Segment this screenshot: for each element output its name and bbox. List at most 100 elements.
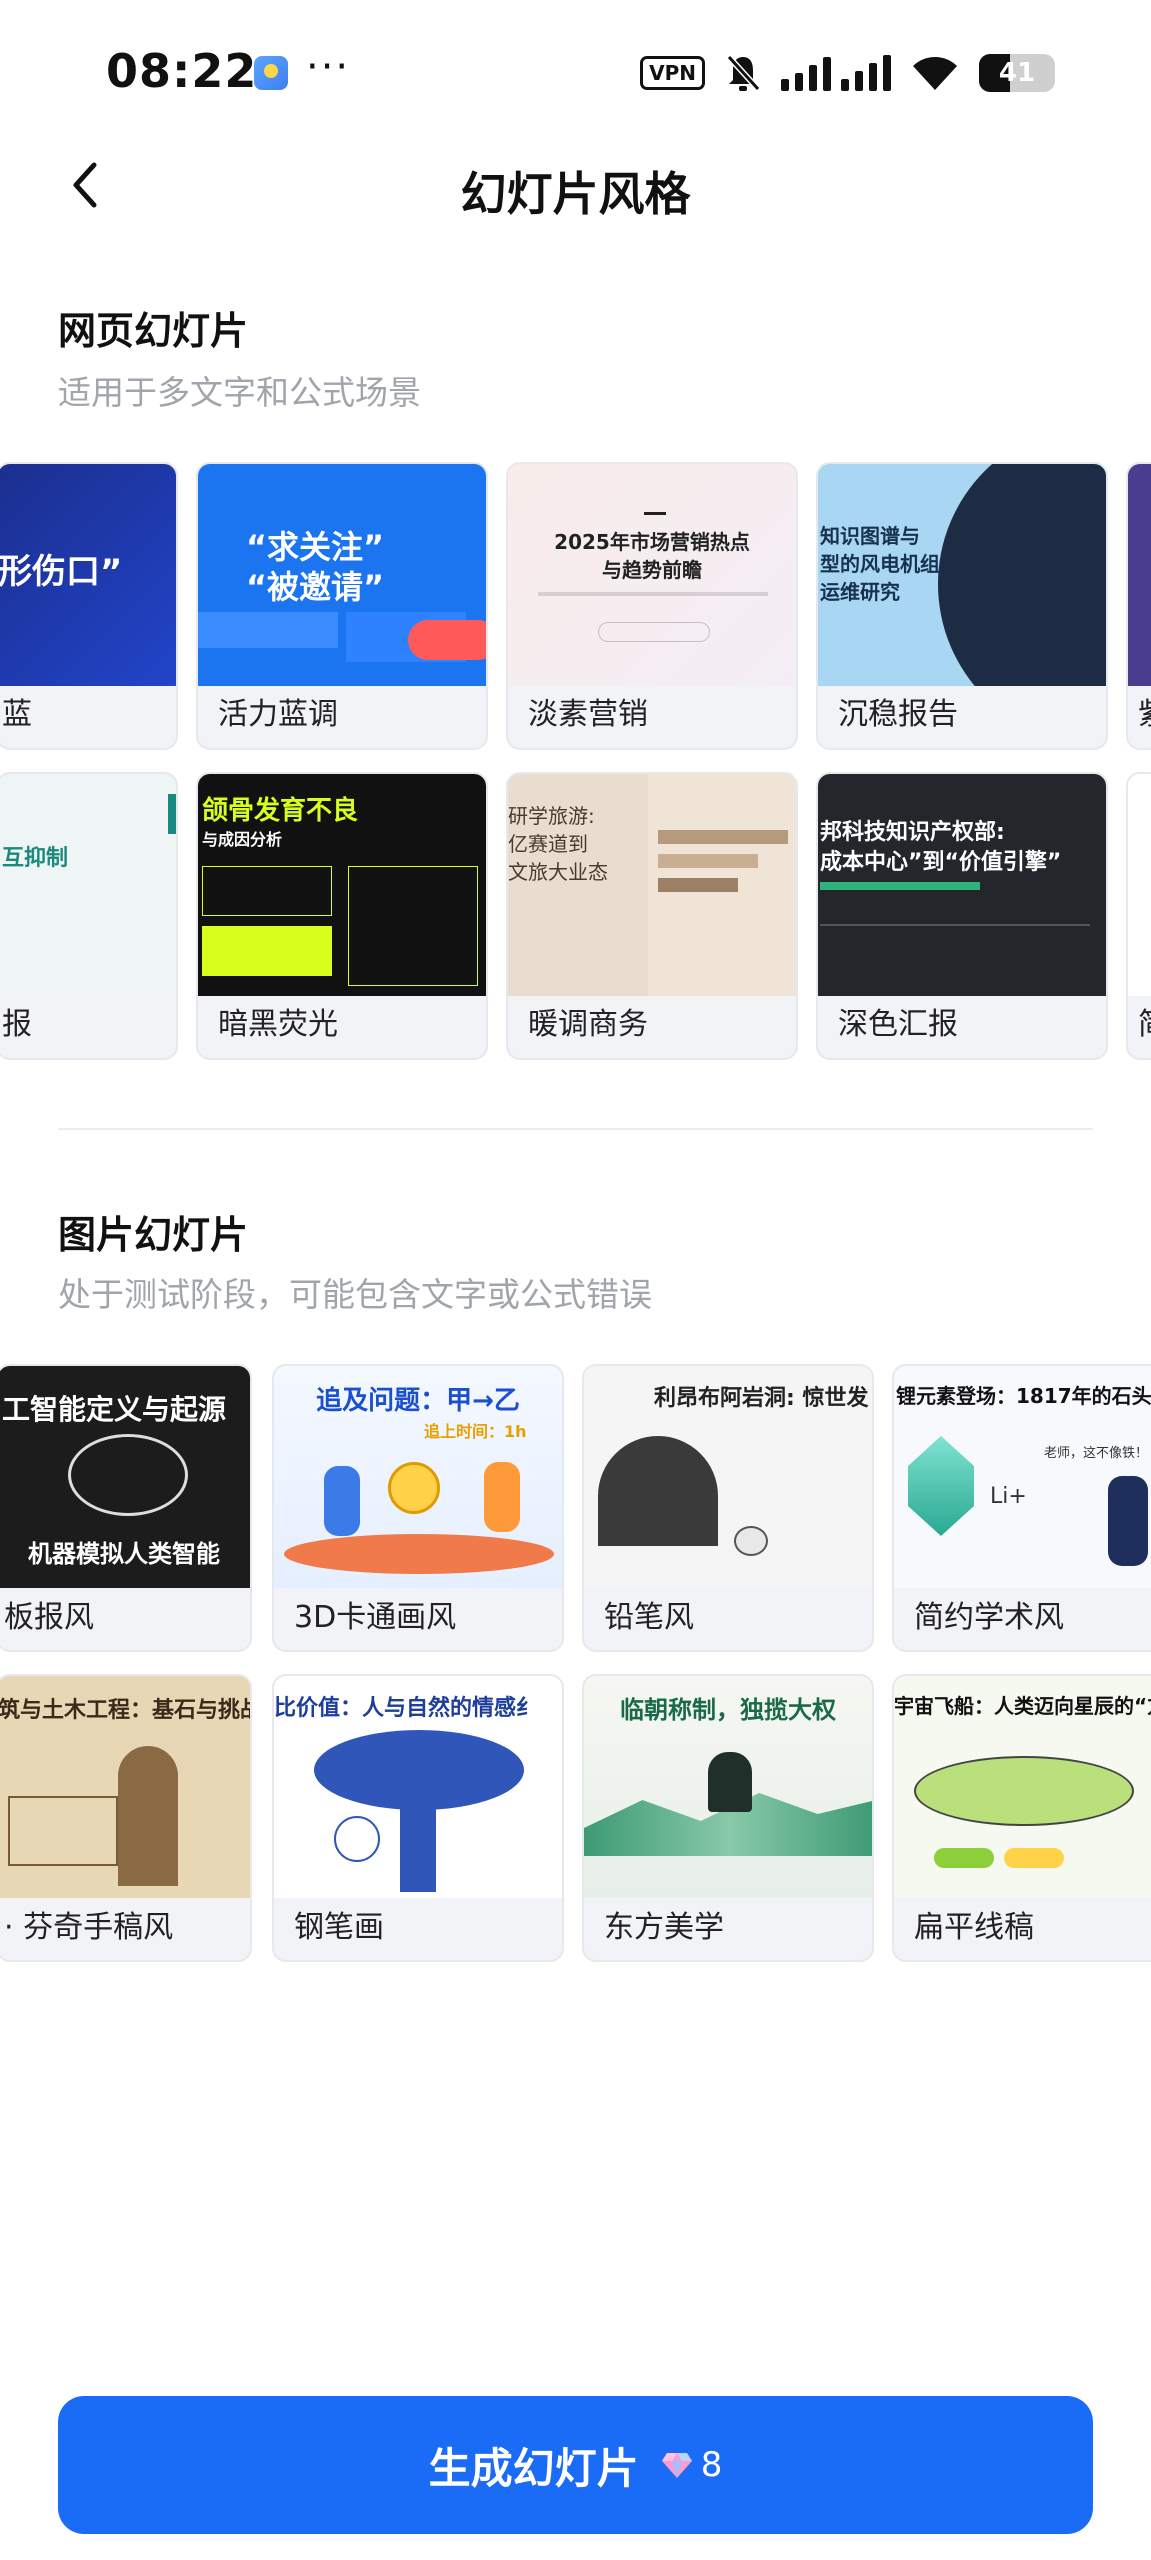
image-section-title: 图片幻灯片: [58, 1213, 249, 1257]
image-section-subtitle: 处于测试阶段，可能包含文字或公式错误: [58, 1275, 652, 1314]
generate-slides-button[interactable]: 生成幻灯片 8: [58, 2396, 1093, 2534]
card-thumbnail: 临朝称制，独揽大权: [584, 1676, 872, 1898]
track-drawing: [284, 1534, 554, 1574]
thumb-title: 宇宙飞船：人类迈向星辰的“方: [894, 1694, 1151, 1718]
thumb-block: [658, 854, 758, 868]
card-label: 铅笔风: [604, 1600, 694, 1635]
style-card-da-vinci[interactable]: 筑与土木工程：基石与挑战 · 芬奇手稿风: [0, 1674, 252, 1962]
thumb-title: 临朝称制，独揽大权: [620, 1696, 836, 1724]
style-card-warm-business[interactable]: 研学旅游: 亿赛道到 文旅大业态 暖调商务: [506, 772, 798, 1060]
style-card-pen-drawing[interactable]: 比价值：人与自然的情感纟 钢笔画: [272, 1674, 564, 1962]
thumb-title: 2025年市场营销热点: [554, 530, 750, 554]
card-label: 活力蓝调: [218, 697, 338, 732]
thumb-title: “被邀请”: [246, 568, 385, 606]
generate-button-label: 生成幻灯片: [428, 2443, 639, 2493]
card-label: 扁平线稿: [914, 1910, 1034, 1945]
skull-drawing: [734, 1526, 768, 1556]
style-card-3d-cartoon[interactable]: 追及问题：甲→乙 追上时间：1h 3D卡通画风: [272, 1364, 564, 1652]
card-label: 淡素营销: [528, 697, 648, 732]
thumb-title: 比价值：人与自然的情感纟: [274, 1696, 539, 1721]
card-label: 蓝: [2, 697, 32, 732]
thumb-block: [658, 830, 788, 844]
thumb-title: 邦科技知识产权部:: [820, 820, 1005, 845]
style-card-flat-line-art[interactable]: 宇宙飞船：人类迈向星辰的“方 扁平线稿: [892, 1674, 1151, 1962]
style-card-pencil[interactable]: 利昂布阿岩洞: 惊世发 铅笔风: [582, 1364, 874, 1652]
vpn-icon: VPN: [640, 56, 705, 90]
thumb-title: 运维研究: [820, 580, 900, 604]
tag-drawing: [934, 1848, 994, 1868]
figure-drawing: [118, 1746, 178, 1886]
thumb-title: 锂元素登场：1817年的石头秘: [896, 1384, 1151, 1408]
card-label: 暗黑荧光: [218, 1007, 338, 1042]
card-thumbnail: 工智能定义与起源 机器模拟人类智能: [0, 1366, 250, 1588]
card-label: 东方美学: [604, 1910, 724, 1945]
credit-cost-value: 8: [700, 2445, 723, 2485]
thumb-title: 形伤口”: [0, 552, 123, 592]
tag-drawing: [1004, 1848, 1064, 1868]
scaffold-drawing: [8, 1796, 118, 1866]
card-thumbnail: 互抑制: [0, 774, 176, 996]
style-card-blue[interactable]: 形伤口” 蓝: [0, 462, 178, 750]
card-thumbnail: [1128, 464, 1151, 686]
web-section-title: 网页幻灯片: [58, 309, 249, 353]
app-notification-icon: [254, 56, 288, 90]
style-card-light-marketing[interactable]: 2025年市场营销热点 与趋势前瞻 淡素营销: [506, 462, 798, 750]
thumb-title: 与成因分析: [202, 830, 283, 849]
thumb-block: [598, 622, 710, 642]
card-label: 报: [2, 1007, 32, 1042]
card-label: 3D卡通画风: [294, 1600, 457, 1635]
thumb-title: 亿赛道到: [508, 832, 588, 856]
cave-drawing: [598, 1436, 718, 1546]
card-label: 紫: [1138, 682, 1151, 748]
style-card-steady-report[interactable]: 知识图谱与 型的风电机组 运维研究 沉稳报告: [816, 462, 1108, 750]
card-label: 钢笔画: [294, 1910, 384, 1945]
style-card-oriental-aesthetics[interactable]: 临朝称制，独揽大权 东方美学: [582, 1674, 874, 1962]
thumb-block: [938, 464, 1106, 686]
card-thumbnail: 宇宙飞船：人类迈向星辰的“方: [894, 1676, 1151, 1898]
card-thumbnail: 筑与土木工程：基石与挑战: [0, 1676, 250, 1898]
thumb-title: 工智能定义与起源: [2, 1393, 227, 1426]
thumb-title: 利昂布阿岩洞: 惊世发: [654, 1386, 869, 1411]
thumb-block: [202, 926, 332, 976]
wifi-icon: [913, 57, 957, 90]
thumb-block: [202, 866, 332, 916]
card-label: 沉稳报告: [838, 697, 958, 732]
style-card-purple[interactable]: 紫: [1126, 462, 1151, 750]
thumb-title: 老师，这不像铁！: [1044, 1446, 1149, 1461]
card-label: 深色汇报: [838, 1007, 958, 1042]
card-thumbnail: “求关注” “被邀请”: [198, 464, 486, 686]
thumb-title: 成本中心”到“价值引擎”: [820, 850, 1062, 875]
style-card-report[interactable]: 互抑制 报: [0, 772, 178, 1060]
card-thumbnail: 知识图谱与 型的风电机组 运维研究: [818, 464, 1106, 686]
runner-drawing: [324, 1466, 360, 1536]
card-thumbnail: 研学旅游: 亿赛道到 文旅大业态: [508, 774, 796, 996]
thumb-block: [408, 620, 486, 660]
thumb-title: 知识图谱与: [820, 524, 920, 548]
thumb-title: 机器模拟人类智能: [28, 1540, 220, 1568]
style-card-dark-neon[interactable]: 颌骨发育不良 与成因分析 暗黑荧光: [196, 772, 488, 1060]
style-card-blackboard[interactable]: 工智能定义与起源 机器模拟人类智能 板报风: [0, 1364, 252, 1652]
card-label: 简: [1138, 992, 1151, 1058]
status-bar: 08:22 ··· VPN 41: [0, 0, 1151, 140]
thumb-title: 研学旅游:: [508, 804, 595, 828]
brain-drawing: [68, 1434, 188, 1516]
thumb-block: [348, 866, 478, 986]
style-card-simple[interactable]: 简: [1126, 772, 1151, 1060]
thumb-title: 型的风电机组: [820, 552, 940, 576]
card-thumbnail: 形伤口”: [0, 464, 176, 686]
style-card-dark-report[interactable]: 邦科技知识产权部: 成本中心”到“价值引擎” 深色汇报: [816, 772, 1108, 1060]
thumb-title: 筑与土木工程：基石与挑战: [0, 1698, 250, 1723]
style-card-vibrant-blue[interactable]: “求关注” “被邀请” 活力蓝调: [196, 462, 488, 750]
battery-icon: 41: [979, 54, 1055, 92]
card-thumbnail: 锂元素登场：1817年的石头秘 老师，这不像铁！ Li+: [894, 1366, 1151, 1588]
status-icons: VPN 41: [640, 52, 1055, 94]
thumb-title: 文旅大业态: [508, 860, 608, 884]
status-time: 08:22: [106, 44, 258, 98]
tree-drawing: [400, 1796, 436, 1892]
mute-bell-icon: [726, 54, 761, 92]
section-divider: [58, 1128, 1093, 1130]
thumb-block: [644, 512, 666, 515]
style-card-simple-academic[interactable]: 锂元素登场：1817年的石头秘 老师，这不像铁！ Li+ 简约学术风: [892, 1364, 1151, 1652]
thumb-title: 互抑制: [2, 846, 69, 871]
thumb-block: [658, 878, 738, 892]
